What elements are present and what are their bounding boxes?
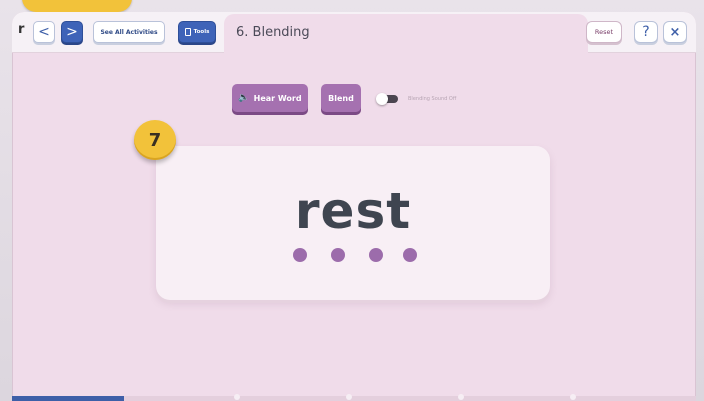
help-button[interactable]: ? <box>634 21 658 43</box>
question-icon: ? <box>642 24 650 40</box>
speaker-icon: 🔈 <box>238 93 250 103</box>
blending-sound-label: Blending Sound Off <box>408 96 457 102</box>
top-toolbar: r < > See All Activities Tools 6. Blendi… <box>12 12 696 54</box>
tools-label: Tools <box>193 29 210 35</box>
close-icon: × <box>669 24 681 40</box>
blend-button[interactable]: Blend <box>321 84 361 112</box>
hear-word-label: Hear Word <box>253 93 302 103</box>
progress-marker <box>570 394 576 400</box>
progress-marker <box>234 394 240 400</box>
chevron-right-icon: > <box>66 24 78 40</box>
activity-title: 6. Blending <box>236 25 310 40</box>
tools-icon <box>184 28 191 36</box>
cut-off-label: r <box>18 22 25 37</box>
progress-fill <box>12 396 124 401</box>
progress-marker <box>346 394 352 400</box>
previous-button[interactable]: < <box>33 21 55 43</box>
tab-corner-decoration <box>22 0 132 12</box>
sound-dot[interactable] <box>331 248 345 262</box>
sound-dot[interactable] <box>403 248 417 262</box>
tools-button[interactable]: Tools <box>178 21 216 43</box>
word-text: rest <box>294 182 412 240</box>
chevron-left-icon: < <box>38 24 50 40</box>
next-button[interactable]: > <box>61 21 83 43</box>
hear-word-button[interactable]: 🔈 Hear Word <box>232 84 308 112</box>
word-card: rest <box>156 146 550 300</box>
sound-dot[interactable] <box>293 248 307 262</box>
progress-marker <box>458 394 464 400</box>
blending-sound-toggle[interactable] <box>376 93 398 105</box>
activity-window: r < > See All Activities Tools 6. Blendi… <box>12 12 696 401</box>
item-number-badge: 7 <box>134 120 176 160</box>
see-all-activities-button[interactable]: See All Activities <box>93 21 165 43</box>
toggle-knob <box>376 93 388 105</box>
sound-dots <box>293 248 423 264</box>
close-button[interactable]: × <box>663 21 687 43</box>
active-activity-tab: 6. Blending <box>224 14 588 54</box>
reset-button[interactable]: Reset <box>586 21 622 43</box>
sound-dot[interactable] <box>369 248 383 262</box>
